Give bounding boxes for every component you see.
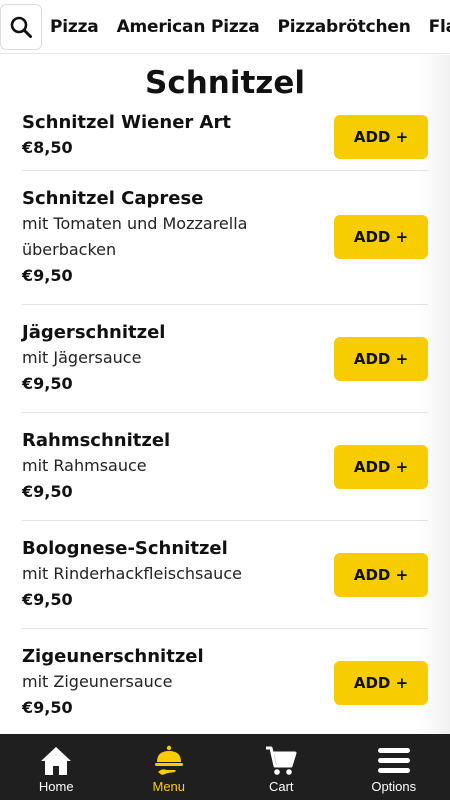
home-icon (41, 747, 72, 775)
item-description: mit Rinderhackfleischsauce (22, 564, 242, 583)
nav-options-label: Options (371, 779, 417, 794)
menu-item: Zigeunerschnitzel mit Zigeunersauce €9,5… (22, 629, 428, 734)
menu-item: Jägerschnitzel mit Jägersauce €9,50 ADD … (22, 305, 428, 413)
category-bar: Pizza American Pizza Pizzabrötchen Flam (0, 0, 450, 54)
nav-home-label: Home (38, 779, 74, 794)
cart-icon (266, 746, 297, 775)
nav-cart[interactable]: Cart (225, 734, 338, 800)
item-description: mit Zigeunersauce (22, 672, 173, 691)
category-tab-flam[interactable]: Flam (429, 17, 450, 37)
add-to-cart-button[interactable]: ADD + (334, 337, 428, 381)
search-icon (10, 16, 32, 38)
item-name: Schnitzel Caprese (22, 188, 204, 209)
bottom-navigation: Home Menu Cart Options (0, 734, 450, 800)
add-to-cart-button[interactable]: ADD + (334, 115, 428, 159)
menu-item: Bolognese-Schnitzel mit Rinderhackfleisc… (22, 521, 428, 629)
nav-home[interactable]: Home (0, 734, 113, 800)
add-to-cart-button[interactable]: ADD + (334, 445, 428, 489)
category-tab-american-pizza[interactable]: American Pizza (117, 17, 260, 37)
menu-content[interactable]: Schnitzel Schnitzel Wiener Art €8,50 ADD… (0, 55, 450, 734)
menu-item: Schnitzel Wiener Art €8,50 ADD + (22, 105, 428, 171)
item-price: €9,50 (22, 266, 73, 285)
menu-item: Schnitzel Caprese mit Tomaten und Mozzar… (22, 171, 428, 305)
add-to-cart-button[interactable]: ADD + (334, 553, 428, 597)
search-button[interactable] (0, 4, 42, 50)
add-to-cart-button[interactable]: ADD + (334, 215, 428, 259)
menu-cloche-icon (154, 745, 183, 775)
hamburger-icon (377, 748, 410, 773)
item-description: mit Rahmsauce (22, 456, 147, 475)
nav-options[interactable]: Options (338, 734, 450, 800)
nav-menu-label: Menu (152, 779, 186, 794)
category-tab-pizza[interactable]: Pizza (50, 17, 99, 37)
category-tabs: Pizza American Pizza Pizzabrötchen Flam (50, 0, 450, 53)
menu-item: Rahmschnitzel mit Rahmsauce €9,50 ADD + (22, 413, 428, 521)
add-to-cart-button[interactable]: ADD + (334, 661, 428, 705)
nav-cart-label: Cart (268, 779, 294, 794)
category-tab-pizzabroetchen[interactable]: Pizzabrötchen (278, 17, 411, 37)
item-description: mit Tomaten und Mozzarella überbacken (22, 214, 248, 259)
nav-menu[interactable]: Menu (113, 734, 226, 800)
section-title: Schnitzel (145, 65, 305, 101)
item-description: mit Jägersauce (22, 348, 142, 367)
